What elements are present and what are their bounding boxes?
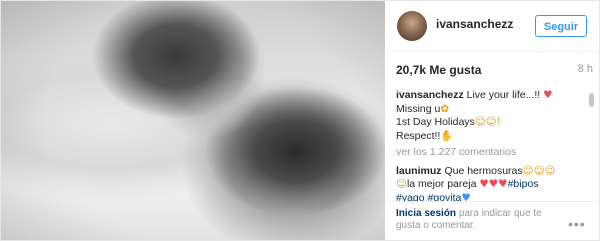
caption-text-2: Missing u — [396, 102, 441, 115]
heart-icon: ♥ — [543, 89, 553, 101]
likes-count[interactable]: 20,7k Me gusta — [396, 63, 481, 77]
hashtag-link[interactable]: #yago — [396, 192, 425, 202]
username-link[interactable]: ivansanchezz — [436, 17, 513, 31]
emoji-icon: ☺☺☺ — [522, 164, 556, 177]
scrollbar-thumb[interactable] — [589, 93, 594, 107]
caption-text-1: Live your life...!! — [466, 89, 541, 101]
post-footer: Inicia sesión para indicar que te gusta … — [386, 201, 599, 240]
hashtag-link[interactable]: #bipos — [508, 178, 539, 190]
avatar[interactable] — [397, 11, 427, 41]
post-time[interactable]: 8 h — [578, 63, 593, 75]
caption-line-3: 1st Day Holidays☺☺! — [396, 116, 581, 130]
login-link[interactable]: Inicia sesión — [396, 208, 456, 219]
emoji-icon: ☺☺! — [474, 116, 501, 128]
comment-text-2: la mejor pareja — [406, 178, 477, 190]
comment-text-1: Que hermosuras — [444, 164, 523, 177]
caption-line-2: Missing u✿ — [396, 103, 581, 117]
caption-line-1: ivansanchezz Live your life...!! ♥ — [396, 89, 581, 103]
caption-text-4: Respect!! — [396, 129, 441, 142]
comment-line-2: ☺la mejor pareja ♥♥♥#bipos — [396, 178, 581, 192]
comment-username[interactable]: launimuz — [396, 165, 442, 177]
caption-text-3: 1st Day Holidays — [396, 116, 475, 128]
comment-line-3: #yago #goyita♥ — [396, 192, 581, 202]
comments-list: ivansanchezz Live your life...!! ♥ Missi… — [396, 89, 581, 201]
login-prompt: Inicia sesión para indicar que te gusta … — [396, 208, 561, 232]
heart-icon: ♥ — [461, 191, 471, 202]
emoji-icon: ✋ — [440, 129, 454, 142]
photo-vignette — [1, 1, 385, 240]
heart-icon: ♥♥♥ — [479, 178, 508, 190]
hashtag-link[interactable]: #goyita — [428, 192, 462, 202]
post-side-panel: ivansanchezz Seguir 20,7k Me gusta 8 h i… — [386, 1, 599, 240]
post-card: ivansanchezz Seguir 20,7k Me gusta 8 h i… — [0, 0, 600, 241]
emoji-icon: ✿ — [440, 102, 450, 115]
comments-scrollbar[interactable] — [589, 91, 594, 201]
post-header: ivansanchezz Seguir — [386, 1, 599, 52]
view-more-comments-link[interactable]: ver los 1.227 comentarios — [396, 146, 581, 160]
likes-row: 20,7k Me gusta 8 h — [396, 63, 593, 79]
follow-button[interactable]: Seguir — [535, 15, 587, 37]
ellipsis-icon[interactable]: ••• — [568, 216, 586, 232]
post-photo[interactable] — [1, 1, 385, 240]
emoji-icon: ☺ — [396, 178, 407, 190]
caption-username[interactable]: ivansanchezz — [396, 89, 464, 101]
comment-line-1: launimuz Que hermosuras☺☺☺ — [396, 165, 581, 179]
caption-line-4: Respect!!✋ — [396, 130, 581, 144]
